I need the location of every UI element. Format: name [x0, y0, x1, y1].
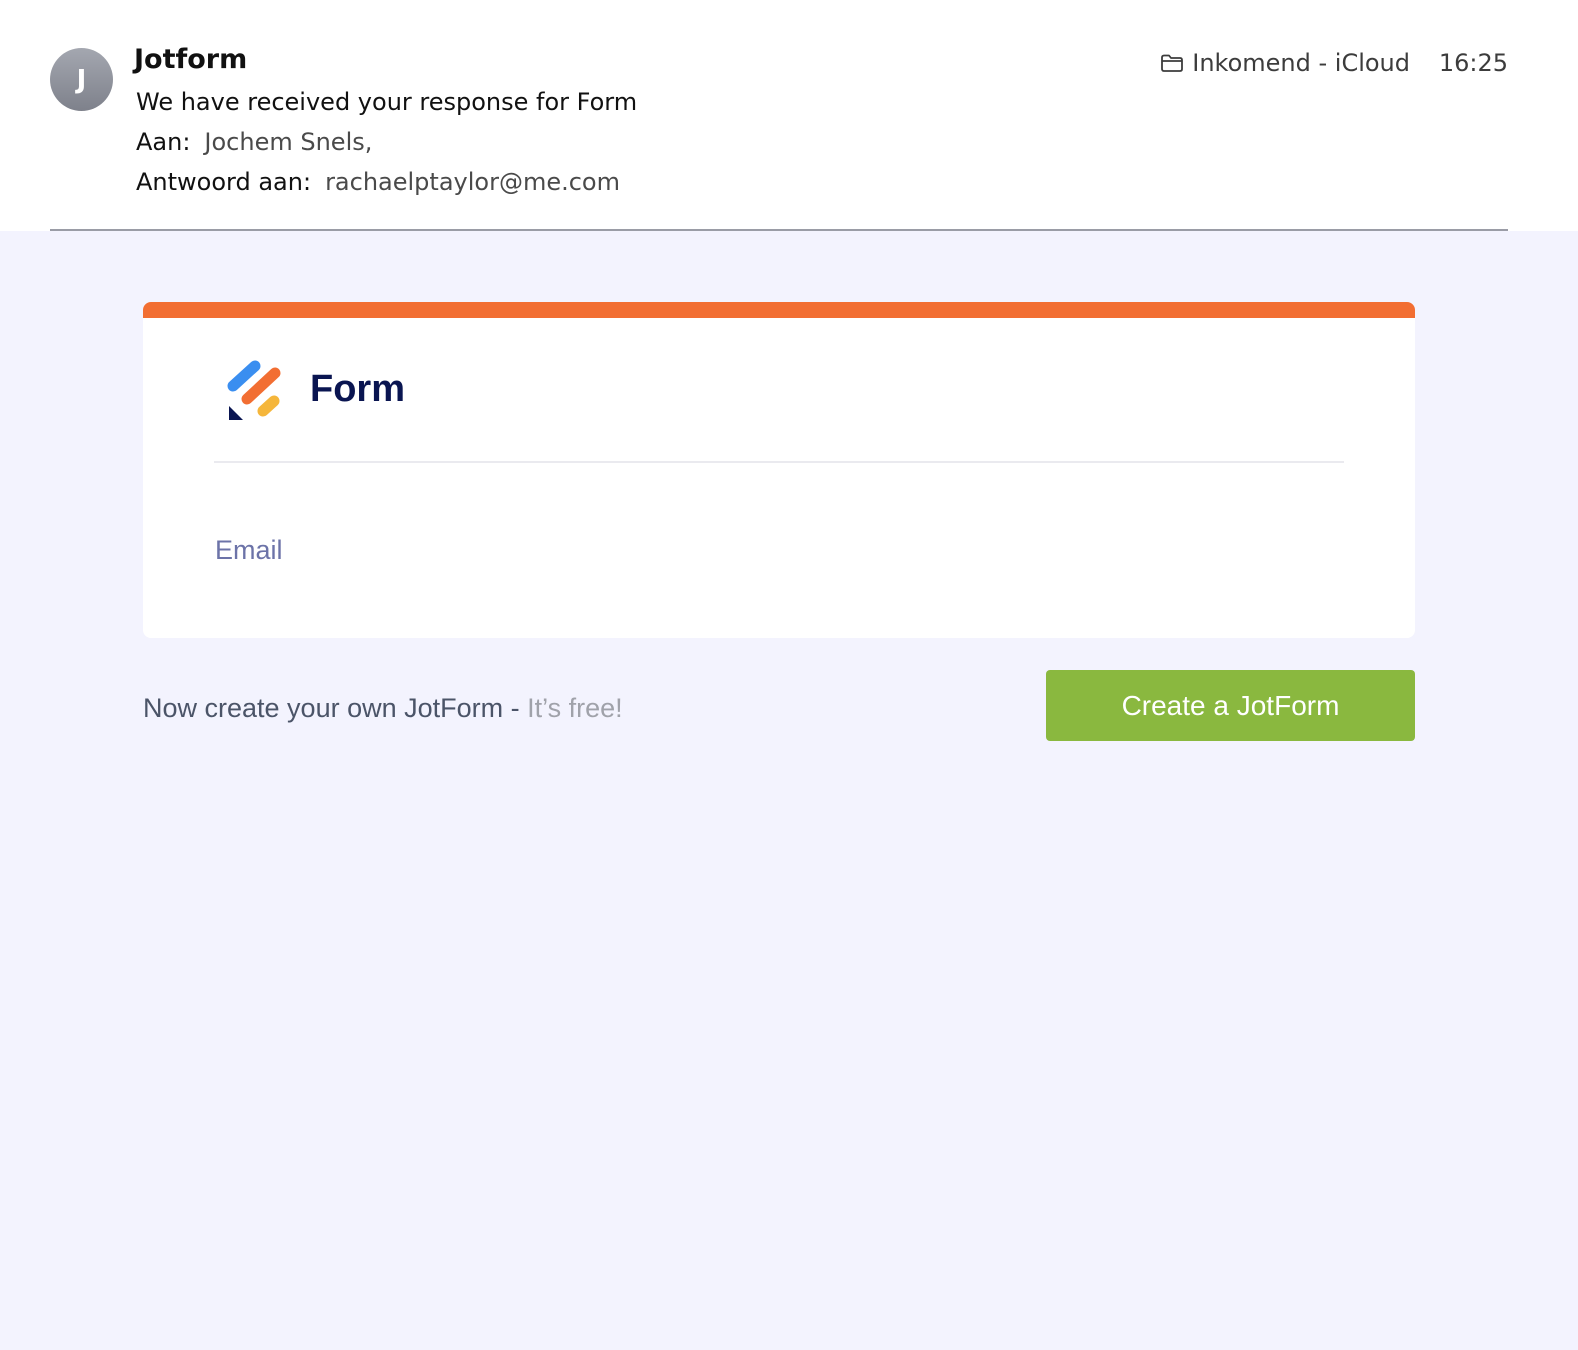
recipient-row: Aan: Jochem Snels, [136, 128, 372, 156]
folder-icon [1161, 54, 1184, 72]
form-response-card: Form Email [143, 302, 1415, 638]
mailbox-indicator[interactable]: Inkomend - iCloud [1160, 49, 1410, 77]
recipient-value[interactable]: Jochem Snels, [204, 128, 372, 156]
sender-avatar: J [50, 48, 113, 111]
recipient-label: Aan: [136, 128, 191, 156]
email-subject: We have received your response for Form [136, 88, 638, 116]
sender-name[interactable]: Jotform [134, 44, 247, 75]
email-body: Form Email Now create your own JotForm -… [0, 231, 1578, 1350]
promo-text-main: Now create your own JotForm - [143, 693, 528, 723]
reply-to-value[interactable]: rachaelptaylor@me.com [325, 168, 620, 196]
field-label-email: Email [215, 535, 283, 565]
promo-text-free: It’s free! [527, 693, 623, 723]
jotform-logo-icon [227, 360, 281, 420]
form-title: Form [310, 368, 405, 410]
create-jotform-button[interactable]: Create a JotForm [1046, 670, 1415, 741]
email-header: J Jotform We have received your response… [0, 0, 1578, 232]
reply-to-row: Antwoord aan: rachaelptaylor@me.com [136, 168, 620, 196]
promo-text: Now create your own JotForm - It’s free! [143, 693, 623, 724]
mailbox-name: Inkomend - iCloud [1192, 49, 1410, 77]
card-accent-bar [143, 302, 1415, 318]
reply-to-label: Antwoord aan: [136, 168, 312, 196]
received-time: 16:25 [1438, 49, 1508, 77]
avatar-initial: J [76, 64, 87, 95]
card-divider [214, 461, 1344, 463]
